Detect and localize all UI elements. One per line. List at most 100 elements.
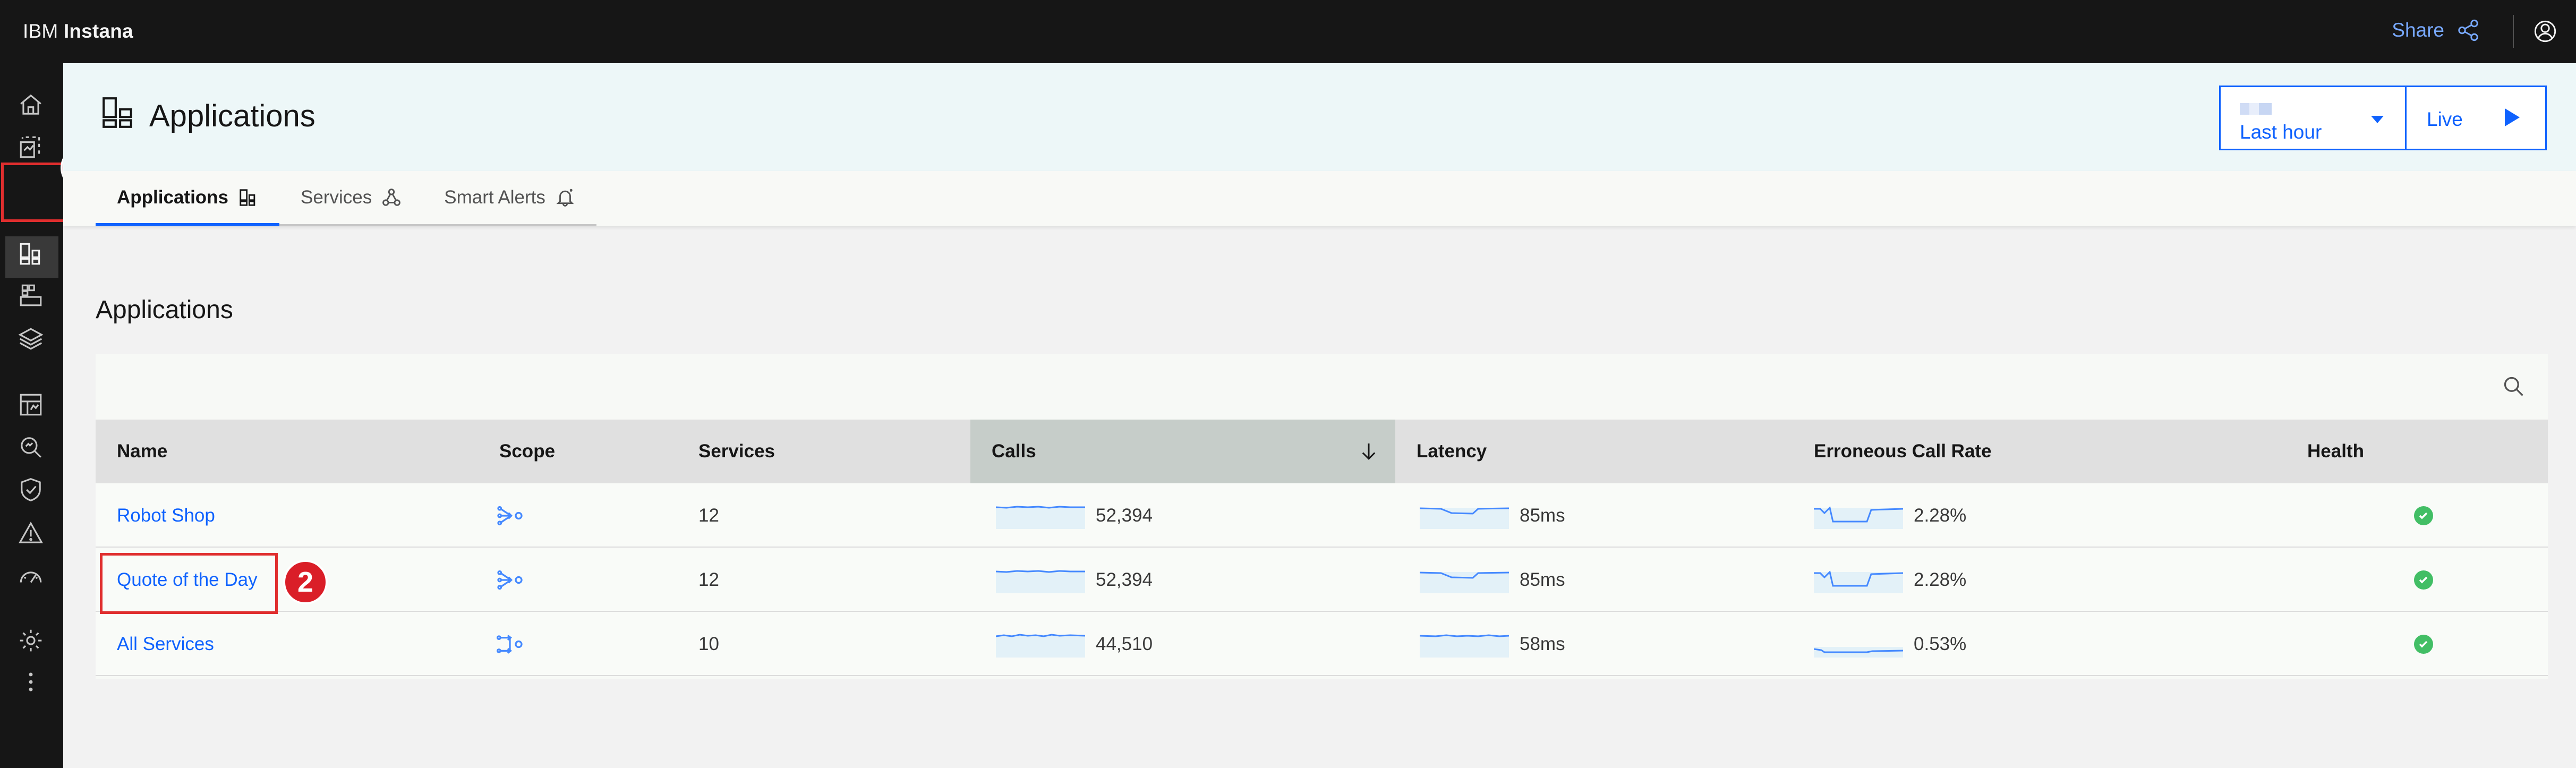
sort-descending-icon[interactable]: [1358, 441, 1379, 462]
error-rate-value: 0.53%: [1914, 633, 1967, 654]
error-rate-sparkline: [1814, 646, 1903, 658]
scope-all-services-icon: [496, 634, 523, 654]
applications-title-icon: [103, 97, 132, 128]
applications-icon[interactable]: [18, 241, 44, 267]
error-rate-sparkline: [1814, 570, 1903, 593]
share-icon: [2458, 19, 2478, 41]
scope-services-icon: [497, 506, 523, 525]
error-rate-value: 2.28%: [1914, 505, 1967, 526]
error-rate-cell: 2.28%: [1814, 483, 1966, 548]
events-icon[interactable]: [18, 520, 44, 547]
table-row: Robot Shop 12 52,394 85ms 2.28%: [96, 483, 2548, 548]
calls-sparkline: [996, 569, 1085, 593]
share-label: Share: [2392, 19, 2444, 41]
services-tab-icon: [382, 189, 401, 206]
error-rate-sparkline: [1814, 506, 1903, 529]
latency-sparkline: [1420, 634, 1509, 658]
scope-cell: [495, 483, 525, 548]
live-button[interactable]: Live: [2407, 87, 2545, 149]
section-title: Applications: [96, 296, 233, 324]
table-toolbar: [96, 354, 2548, 420]
services-count: 12: [698, 505, 719, 526]
scope-cell: [495, 612, 525, 676]
live-label: Live: [2427, 108, 2463, 130]
latency-value: 58ms: [1520, 633, 1565, 654]
table-row: All Services 10 44,510 58ms 0.53%: [96, 612, 2548, 676]
column-header-name[interactable]: Name: [117, 420, 499, 483]
calls-cell: 44,510: [996, 612, 1153, 676]
synthetic-icon[interactable]: [18, 562, 44, 589]
latency-cell: 85ms: [1420, 548, 1565, 612]
security-icon[interactable]: [18, 476, 44, 503]
health-cell: [2414, 548, 2433, 612]
calls-sparkline: [996, 633, 1085, 658]
calls-value: 52,394: [1096, 569, 1153, 590]
scope-services-icon: [497, 570, 523, 590]
services-count: 12: [698, 569, 719, 590]
play-icon: [2505, 108, 2520, 126]
home-icon[interactable]: [18, 91, 44, 118]
tab-applications[interactable]: Applications: [96, 171, 280, 226]
applications-tab-icon: [240, 189, 255, 206]
explore-icon[interactable]: [18, 434, 44, 460]
tab-label: Applications: [117, 187, 229, 208]
time-picker: Last hour Live: [2219, 86, 2547, 150]
page-header: Applications Last hour Live: [63, 63, 2576, 171]
column-header-services[interactable]: Services: [698, 420, 964, 483]
latency-sparkline: [1420, 507, 1509, 529]
health-cell: [2414, 483, 2433, 548]
share-button[interactable]: Share: [2392, 18, 2480, 42]
table-header: Name Scope Services Calls Latency Errone…: [96, 420, 2548, 483]
calls-value: 44,510: [1096, 633, 1153, 654]
latency-value: 85ms: [1520, 505, 1565, 526]
time-range-mini-chart: [2240, 103, 2272, 115]
health-ok-icon: [2414, 570, 2433, 590]
search-icon[interactable]: [2502, 375, 2526, 398]
column-header-scope[interactable]: Scope: [499, 420, 690, 483]
health-ok-icon: [2414, 634, 2433, 654]
chevron-down-icon: [2371, 116, 2384, 123]
latency-cell: 85ms: [1420, 483, 1565, 548]
websites-icon[interactable]: [18, 134, 44, 160]
applications-table: Name Scope Services Calls Latency Errone…: [96, 354, 2548, 679]
platforms-icon[interactable]: [18, 282, 44, 309]
infrastructure-icon[interactable]: [18, 326, 44, 352]
services-count: 10: [698, 633, 719, 654]
column-header-latency[interactable]: Latency: [1417, 420, 1788, 483]
time-range-dropdown[interactable]: Last hour: [2221, 87, 2407, 149]
analytics-icon[interactable]: [18, 391, 44, 418]
error-rate-cell: 0.53%: [1814, 612, 1966, 676]
tab-services[interactable]: Services: [279, 171, 423, 224]
tabs: Applications Services Smart Alerts: [96, 171, 596, 226]
calls-cell: 52,394: [996, 548, 1153, 612]
latency-value: 85ms: [1520, 569, 1565, 590]
column-header-calls-label: Calls: [992, 441, 1036, 462]
tab-bar: Applications Services Smart Alerts: [63, 171, 2576, 226]
topbar-divider: [2513, 15, 2514, 48]
callout-badge-2: 2: [283, 560, 328, 604]
callout-box-quote-of-the-day: [100, 553, 278, 614]
application-link-robot-shop[interactable]: Robot Shop: [117, 483, 215, 548]
page-title: Applications: [149, 99, 315, 133]
error-rate-value: 2.28%: [1914, 569, 1967, 590]
application-link-all-services[interactable]: All Services: [117, 612, 214, 676]
column-header-calls[interactable]: Calls: [970, 420, 1395, 483]
bell-icon: [556, 189, 574, 207]
scope-cell: [495, 548, 525, 612]
error-rate-cell: 2.28%: [1814, 548, 1966, 612]
time-range-label: Last hour: [2240, 121, 2322, 143]
calls-cell: 52,394: [996, 483, 1153, 548]
calls-value: 52,394: [1096, 505, 1153, 526]
top-bar: IBM Instana Share: [0, 0, 2576, 63]
more-icon[interactable]: [18, 669, 44, 695]
table-row: Quote of the Day 12 52,394 85ms 2.28%: [96, 548, 2548, 612]
brand-logo[interactable]: IBM Instana: [23, 20, 133, 42]
tab-smart-alerts[interactable]: Smart Alerts: [423, 171, 596, 224]
calls-sparkline: [996, 505, 1085, 529]
settings-icon[interactable]: [18, 627, 44, 654]
latency-sparkline: [1420, 571, 1509, 593]
column-header-erroneous-call-rate[interactable]: Erroneous Call Rate: [1814, 420, 2239, 483]
user-avatar-icon[interactable]: [2533, 19, 2557, 44]
tab-label: Services: [301, 187, 372, 208]
column-header-health[interactable]: Health: [2307, 420, 2467, 483]
